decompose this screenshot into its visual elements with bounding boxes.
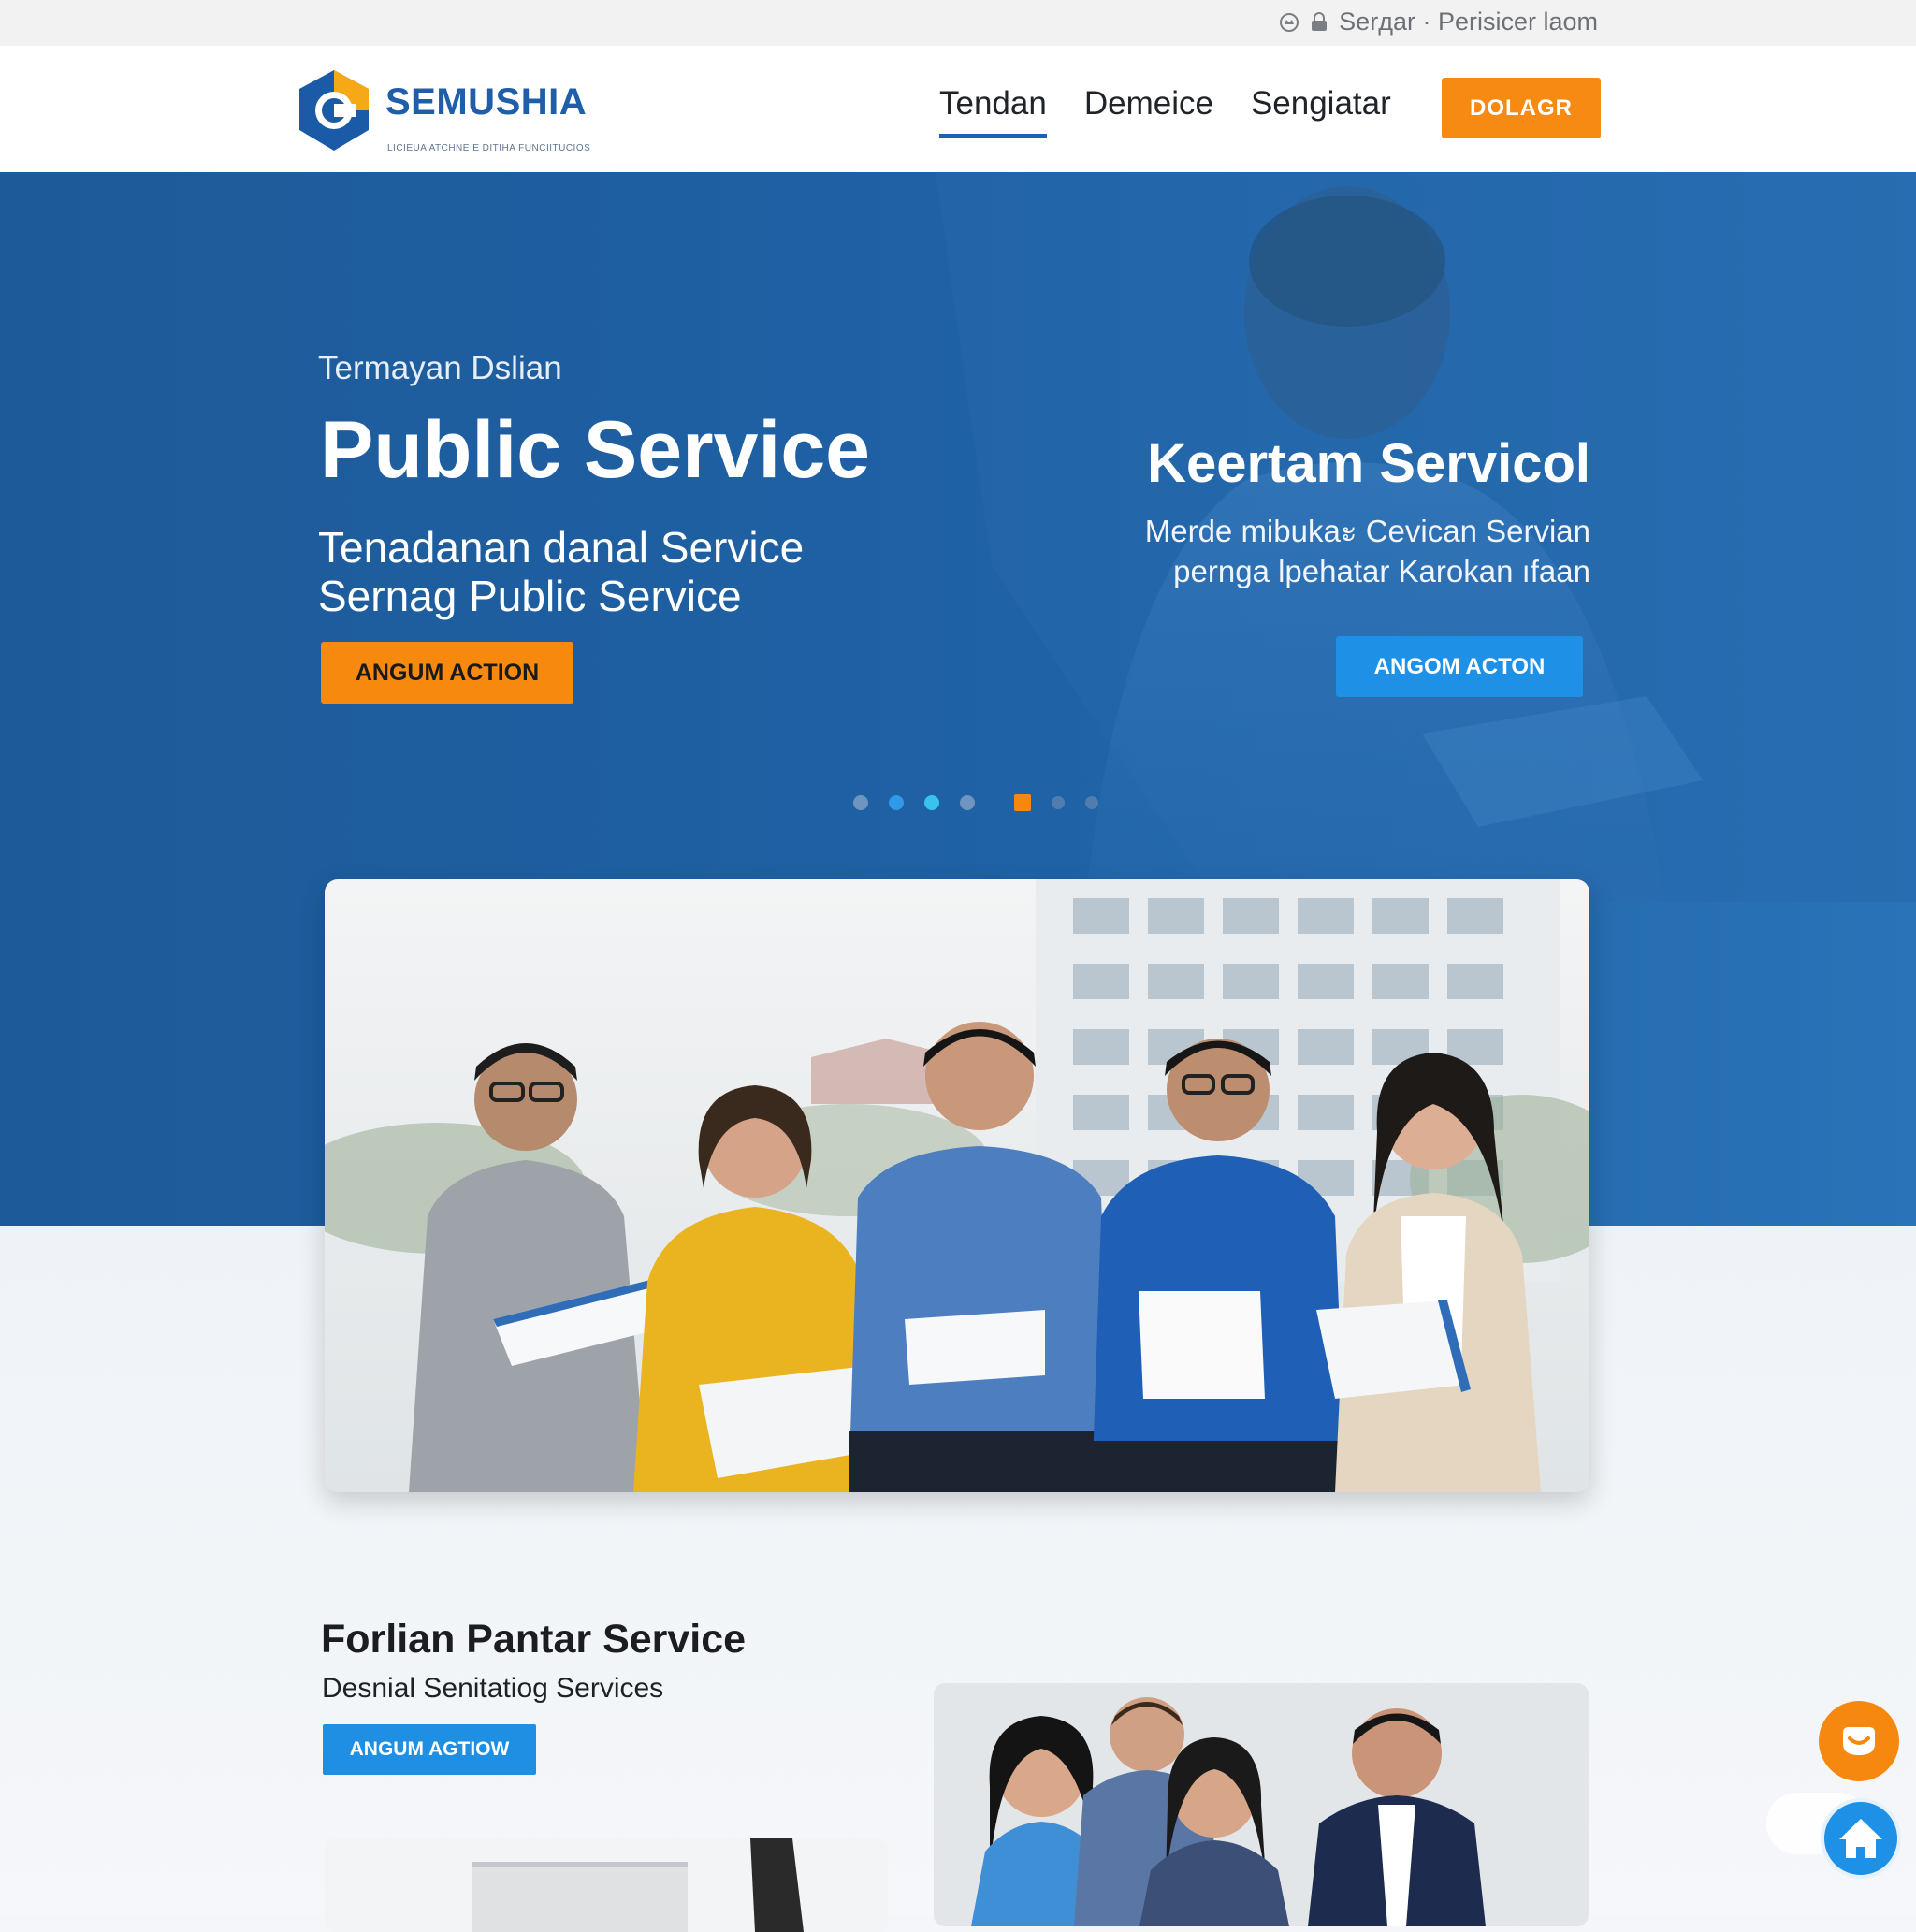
- hero-subtitle-line1: Tenadanan danal Service: [318, 523, 805, 573]
- site-logo[interactable]: SEMUSHIA LICIEUA ATCHNE E DITIHA FUNCIIT…: [292, 66, 591, 156]
- section-subtitle: Desnial Senitatiog Services: [322, 1673, 664, 1704]
- carousel-dot-6[interactable]: [1052, 796, 1065, 809]
- carousel-indicators: [853, 794, 1098, 811]
- section-action-button[interactable]: ANGUM AGTIOW: [323, 1724, 536, 1775]
- section-title: Forlian Pantar Service: [321, 1617, 747, 1662]
- nav-link-sengiatar[interactable]: Sengiatar: [1251, 85, 1391, 138]
- crown-icon[interactable]: [1279, 12, 1299, 33]
- chat-smile-icon: [1843, 1727, 1875, 1755]
- team-photo-secondary-illustration: [934, 1683, 1589, 1926]
- utility-text[interactable]: Serдar · Perisicer lаom: [1339, 7, 1598, 36]
- hero-subtitle-line2: Sernag Public Service: [318, 571, 742, 620]
- carousel-dot-3[interactable]: [924, 795, 939, 810]
- hero-right-content: Keertam Servicol Merde mibukaะ Cevican S…: [1104, 432, 1590, 592]
- carousel-dot-active[interactable]: [1014, 794, 1031, 811]
- hero-right-title: Keertam Servicol: [1147, 433, 1590, 494]
- nav-link-demeice[interactable]: Demeice: [1084, 85, 1213, 138]
- carousel-dot-2[interactable]: [889, 795, 904, 810]
- lock-icon[interactable]: [1309, 11, 1329, 33]
- nav-cta-button[interactable]: DOLAGR: [1442, 78, 1601, 138]
- nav-link-tendan[interactable]: Tendan: [939, 85, 1047, 138]
- logo-tagline: LICIEUA ATCHNE E DITIHA FUNCIITUCIOS: [387, 143, 591, 153]
- home-icon: [1839, 1819, 1882, 1858]
- logo-name: SEMUSHIA: [385, 81, 588, 123]
- photo-bottom-left: [325, 1838, 888, 1932]
- hero-subtitle: Tenadanan danal Service Sernag Public Se…: [318, 524, 973, 620]
- hero-title: Public Service: [320, 405, 870, 495]
- hero-right-text-line2: pernga lpehatar Karokan ıfaan: [1173, 553, 1590, 588]
- team-photo-illustration: [325, 879, 1589, 1492]
- carousel-dot-4[interactable]: [960, 795, 975, 810]
- nav-links: Tendan Demeice Sengiatar: [939, 85, 1391, 138]
- hero-right-text-line1: Merde mibukaะ Cevican Servian: [1144, 514, 1590, 548]
- carousel-dot-7[interactable]: [1085, 796, 1098, 809]
- utility-bar: Serдar · Perisicer lаom: [0, 0, 1916, 46]
- photo-bottom-left-illustration: [325, 1838, 888, 1932]
- hero-eyebrow: Termayan Dslian: [318, 350, 562, 386]
- home-fab-button[interactable]: [1821, 1798, 1901, 1879]
- hero-primary-button[interactable]: ANGUM ACTION: [321, 642, 573, 704]
- team-photo: [325, 879, 1589, 1492]
- hero-left-content: Termayan Dslian Public Service Tenadanan…: [318, 350, 973, 620]
- team-photo-secondary: [934, 1683, 1589, 1926]
- hero-secondary-button[interactable]: ANGOM ACTON: [1336, 636, 1583, 697]
- main-navbar: SEMUSHIA LICIEUA ATCHNE E DITIHA FUNCIIT…: [0, 46, 1916, 172]
- chat-fab-button[interactable]: [1819, 1701, 1899, 1781]
- carousel-dot-1[interactable]: [853, 795, 868, 810]
- utility-links: Serдar · Perisicer lаom: [1279, 7, 1598, 36]
- logo-mark-icon: [299, 70, 369, 151]
- hero-right-text: Merde mibukaะ Cevican Servian pernga lpe…: [1104, 512, 1590, 592]
